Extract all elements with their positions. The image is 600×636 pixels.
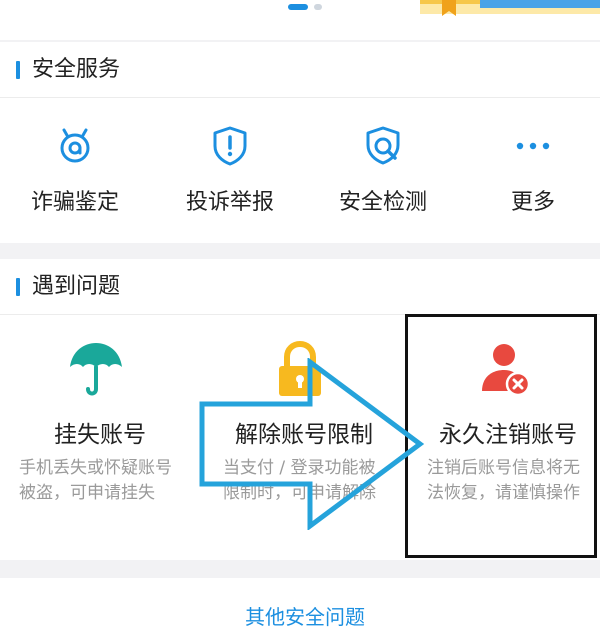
umbrella-icon — [70, 343, 122, 396]
service-more[interactable]: 更多 — [458, 98, 600, 243]
section-accent-bar — [16, 61, 20, 79]
section-title: 安全服务 — [32, 57, 121, 82]
banner-peek-image[interactable] — [420, 0, 600, 18]
problem-desc: 手机丢失或怀疑账号被盗，可申请挂失 — [19, 458, 172, 503]
service-security-check[interactable]: 安全检测 — [308, 98, 458, 243]
fraud-detect-icon — [60, 128, 90, 163]
problem-report-loss[interactable]: 挂失账号 手机丢失或怀疑账号被盗，可申请挂失 — [0, 315, 200, 560]
service-fraud-detect[interactable]: 诈骗鉴定 — [0, 98, 150, 243]
other-security-issues-link[interactable]: 其他安全问题 — [0, 601, 600, 630]
carousel-dot[interactable] — [314, 4, 322, 10]
lock-icon — [279, 340, 321, 396]
more-dots-icon — [516, 142, 550, 150]
service-complaint-report[interactable]: 投诉举报 — [155, 98, 305, 243]
problem-title: 挂失账号 — [54, 422, 146, 448]
problem-desc: 当支付 / 登录功能被限制时，可申请解除 — [223, 458, 376, 503]
shield-search-icon — [366, 126, 400, 165]
problem-lift-restriction[interactable]: 解除账号限制 当支付 / 登录功能被限制时，可申请解除 — [204, 315, 404, 560]
problem-title: 解除账号限制 — [235, 422, 373, 448]
highlight-box — [405, 314, 597, 558]
carousel-dot-active[interactable] — [288, 4, 308, 10]
section-accent-bar — [16, 278, 20, 296]
security-services-grid: 诈骗鉴定 投诉举报 安全检测 更多 — [0, 98, 600, 243]
shield-exclamation-icon — [213, 126, 247, 166]
service-label: 诈骗鉴定 — [30, 190, 119, 215]
section-header-security-services: 安全服务 — [0, 42, 600, 98]
section-header-problems: 遇到问题 — [0, 259, 600, 315]
service-label: 投诉举报 — [185, 190, 274, 215]
service-label: 安全检测 — [338, 190, 427, 215]
service-label: 更多 — [510, 190, 555, 215]
section-title: 遇到问题 — [32, 274, 121, 299]
